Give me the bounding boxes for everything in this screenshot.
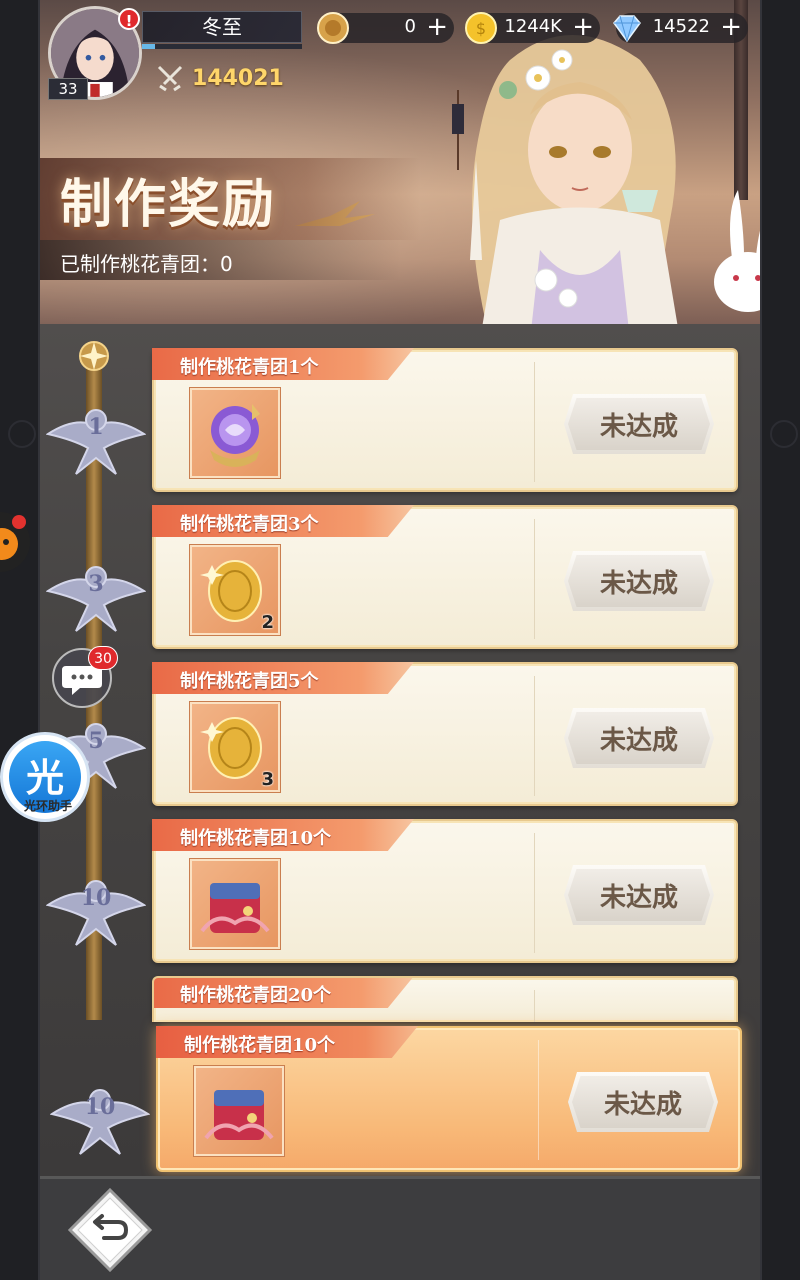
resource-diamond: 14522 + [613,13,748,43]
track-top-ornament-icon [79,341,109,371]
task-label: 制作桃花青团20个 [180,985,332,1006]
card-divider [534,362,535,482]
crossed-swords-icon [157,65,183,92]
reward-item-slot[interactable]: 2 [190,545,280,635]
card-divider [538,1040,539,1160]
task-label: 制作桃花青团5个 [180,671,319,692]
status-label: 未达成 [599,882,678,913]
avatar-alert-badge: ! [118,8,140,30]
milestone-marker: 10 [45,867,147,947]
resource-value: 1244K [504,16,562,37]
add-gold-coin-button[interactable]: + [572,14,594,40]
status-label: 未达成 [599,411,678,442]
status-button-face: 未达成 [572,1076,714,1128]
reward-card: 制作桃花青团5个 3 未达成 [152,662,738,806]
back-button[interactable] [68,1188,152,1272]
page-title: 制作奖励 [60,174,277,235]
chat-unread-badge: 30 [88,646,118,670]
status-button[interactable]: 未达成 [564,865,714,925]
status-button-face: 未达成 [568,712,710,764]
task-label: 制作桃花青团10个 [180,828,332,849]
left-side-panel [0,0,40,1280]
status-button[interactable]: 未达成 [564,708,714,768]
card-divider [534,833,535,953]
milestone-marker: 3 [45,553,147,633]
reward-card: 制作桃花青团1个 未达成 [152,348,738,492]
reward-item-slot[interactable] [190,859,280,949]
reward-item-slot[interactable] [194,1066,284,1156]
pinned-milestone-marker: 10 [49,1076,151,1156]
xp-bar [142,44,302,49]
milestone-threshold: 1 [88,414,104,440]
craft-progress-text: 已制作桃花青团：0 [60,252,233,276]
resource-gold-coin: $ 1244K + [465,12,600,44]
resource-value: 14522 [652,16,710,37]
card-divider [534,676,535,796]
gold-coin-icon: $ [465,12,497,44]
milestone-threshold: 3 [88,571,104,597]
card-divider [534,990,535,1022]
status-label: 未达成 [603,1089,682,1120]
reward-card: 制作桃花青团10个 未达成 [152,819,738,963]
combat-power-value: 144021 [192,65,284,91]
player-level-badge: 33 [48,78,88,100]
reward-card: 制作桃花青团3个 2 未达成 [152,505,738,649]
milestone-threshold: 10 [84,1094,116,1120]
reward-card: 制作桃花青团20个 [152,976,738,1022]
purple-crystal-orb-icon [210,404,260,467]
card-divider [534,519,535,639]
player-avatar-frame[interactable]: ! 33 [48,6,142,100]
add-diamond-button[interactable]: + [720,14,742,40]
status-button[interactable]: 未达成 [564,551,714,611]
reward-item-slot[interactable] [190,388,280,478]
assistant-label: 光环助手 [23,799,72,813]
right-side-panel [760,0,800,1280]
item-count: 2 [261,612,274,633]
bronze-coin-icon [317,12,349,44]
status-button-face: 未达成 [568,869,710,921]
status-button[interactable]: 未达成 [568,1072,718,1132]
status-label: 未达成 [599,725,678,756]
status-button-face: 未达成 [568,398,710,450]
status-button[interactable]: 未达成 [564,394,714,454]
resource-bronze-coin: 0 + [317,12,454,44]
pet-notification-dot [12,515,26,529]
red-gift-bag-icon [204,1090,274,1140]
task-label: 制作桃花青团10个 [184,1035,336,1056]
reward-item-slot[interactable]: 3 [190,702,280,792]
add-bronze-coin-button[interactable]: + [426,14,448,40]
assistant-floating-button[interactable]: 光 光环助手 [0,732,90,822]
assistant-logo-glyph: 光 [25,756,64,800]
task-label: 制作桃花青团1个 [180,357,319,378]
combat-power: 144021 [156,62,284,94]
item-count: 3 [261,769,274,790]
status-button-face: 未达成 [568,555,710,607]
xp-bar-fill [142,44,155,49]
pinned-reward-card: 制作桃花青团10个 未达成 [156,1026,742,1172]
player-name: 冬至 [142,11,302,43]
task-label: 制作桃花青团3个 [180,514,319,535]
diamond-icon [613,15,641,43]
svg-text:$: $ [476,19,486,38]
resource-value: 0 [404,16,416,37]
milestone-marker: 1 [45,396,147,476]
milestone-threshold: 10 [80,885,112,911]
red-gift-bag-icon [200,883,270,933]
status-label: 未达成 [599,568,678,599]
